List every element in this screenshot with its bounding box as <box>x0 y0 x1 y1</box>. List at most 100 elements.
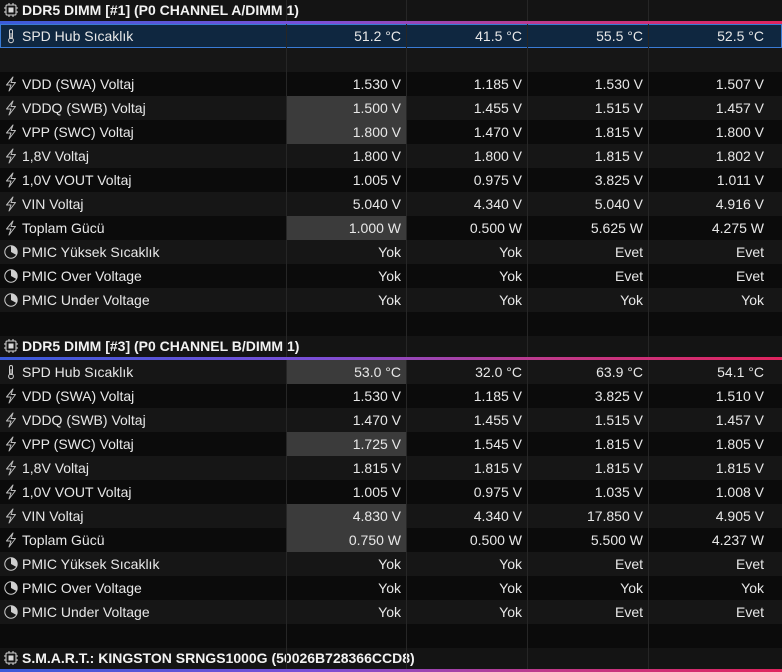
sensor-name: PMIC Yüksek Sıcaklık <box>22 556 160 572</box>
sensor-value-col4: 54.1 °C <box>717 364 764 380</box>
lightning-icon <box>3 100 19 116</box>
sensor-value-col4: Evet <box>735 244 764 260</box>
sensor-value-col3: 3.825 V <box>594 172 643 188</box>
sensor-value-col1: 4.830 V <box>287 504 406 528</box>
group-header[interactable]: DDR5 DIMM [#1] (P0 CHANNEL A/DIMM 1) <box>0 0 782 24</box>
group-header[interactable]: DDR5 DIMM [#3] (P0 CHANNEL B/DIMM 1) <box>0 336 782 360</box>
sensor-value-col3: 1.815 V <box>594 124 643 140</box>
sensor-row[interactable]: PMIC Over Voltage Yok Yok Yok Yok <box>0 576 782 600</box>
sensor-name: VIN Voltaj <box>22 196 84 212</box>
column-separator <box>648 624 649 648</box>
sensor-value-col1: Yok <box>378 268 401 284</box>
sensor-value-col1: 1.005 V <box>352 172 401 188</box>
sensor-row[interactable]: VDD (SWA) Voltaj 1.530 V 1.185 V 3.825 V 1.5… <box>0 384 782 408</box>
column-separator <box>286 336 287 357</box>
sensor-row[interactable]: VDDQ (SWB) Voltaj 1.470 V 1.455 V 1.515 V 1.… <box>0 408 782 432</box>
sensor-row[interactable]: PMIC Yüksek Sıcaklık Yok Yok Evet Evet <box>0 240 782 264</box>
sensor-row[interactable]: VIN Voltaj 5.040 V 4.340 V 5.040 V 4.916 V <box>0 192 782 216</box>
sensor-value-col2: 4.340 V <box>473 196 522 212</box>
lightning-icon <box>3 412 19 428</box>
sensor-name: SPD Hub Sıcaklık <box>22 28 134 44</box>
sensor-name: 1,0V VOUT Voltaj <box>22 172 132 188</box>
sensor-value-col1: Yok <box>378 604 401 620</box>
column-separator <box>406 648 407 669</box>
sensor-row[interactable]: PMIC Over Voltage Yok Yok Evet Evet <box>0 264 782 288</box>
sensor-value-col4: Evet <box>735 604 764 620</box>
sensor-value-col4: 1.802 V <box>715 148 764 164</box>
sensor-value-col2: 1.455 V <box>473 412 522 428</box>
sensor-value-col1: Yok <box>378 292 401 308</box>
column-separator <box>527 648 528 669</box>
sensor-value-col4: 1.510 V <box>715 388 764 404</box>
sensor-row[interactable]: VDD (SWA) Voltaj 1.530 V 1.185 V 1.530 V 1.5… <box>0 72 782 96</box>
sensor-value-col2: 1.185 V <box>473 388 522 404</box>
sensor-row[interactable]: 1,8V Voltaj 1.800 V 1.800 V 1.815 V 1.802 V <box>0 144 782 168</box>
sensor-row[interactable]: 1,0V VOUT Voltaj 1.005 V 0.975 V 1.035 V 1.0… <box>0 480 782 504</box>
sensor-value-col1: 1.500 V <box>287 96 406 120</box>
sensor-name: VPP (SWC) Voltaj <box>22 436 134 452</box>
column-separator <box>286 48 287 72</box>
sensor-value-col1: 51.2 °C <box>354 28 401 44</box>
sensor-value-col2: 1.815 V <box>473 460 522 476</box>
sensor-name: 1,8V Voltaj <box>22 148 89 164</box>
sensor-name: 1,0V VOUT Voltaj <box>22 484 132 500</box>
sensor-value-col4: Evet <box>735 556 764 572</box>
sensor-name: SPD Hub Sıcaklık <box>22 364 134 380</box>
sensor-row[interactable]: PMIC Yüksek Sıcaklık Yok Yok Evet Evet <box>0 552 782 576</box>
column-separator <box>527 336 528 357</box>
sensor-row[interactable]: Toplam Gücü 0.750 W 0.500 W 5.500 W 4.237 W <box>0 528 782 552</box>
sensor-value-col4: 4.237 W <box>711 532 764 548</box>
sensor-row[interactable]: VIN Voltaj 4.830 V 4.340 V 17.850 V 4.905 V <box>0 504 782 528</box>
sensor-value-col2: Yok <box>499 292 522 308</box>
chip-icon <box>3 338 19 354</box>
sensor-row[interactable]: VPP (SWC) Voltaj 1.800 V 1.470 V 1.815 V 1.8… <box>0 120 782 144</box>
lightning-icon <box>3 388 19 404</box>
sensor-value-col1: 1.815 V <box>352 460 401 476</box>
sensor-row[interactable]: 1,0V VOUT Voltaj 1.005 V 0.975 V 3.825 V 1.0… <box>0 168 782 192</box>
group-title: S.M.A.R.T.: KINGSTON SRNGS1000G (50026B7… <box>22 650 415 666</box>
column-separator <box>286 648 287 669</box>
sensor-value-col3: Evet <box>614 244 643 260</box>
sensor-value-col3: Yok <box>620 580 643 596</box>
column-separator <box>286 624 287 648</box>
sensor-value-col2: 4.340 V <box>473 508 522 524</box>
sensor-value-col4: 1.008 V <box>715 484 764 500</box>
sensor-value-col3: 17.850 V <box>586 508 643 524</box>
lightning-icon <box>3 508 19 524</box>
sensor-row[interactable]: PMIC Under Voltage Yok Yok Yok Yok <box>0 288 782 312</box>
group-title: DDR5 DIMM [#1] (P0 CHANNEL A/DIMM 1) <box>22 2 299 18</box>
sensor-row[interactable]: SPD Hub Sıcaklık 53.0 °C 32.0 °C 63.9 °C 54.… <box>0 360 782 384</box>
sensor-value-col3: 55.5 °C <box>596 28 643 44</box>
sensor-value-col3: 5.500 W <box>590 532 643 548</box>
sensor-name: VDDQ (SWB) Voltaj <box>22 100 146 116</box>
group-header[interactable]: S.M.A.R.T.: KINGSTON SRNGS1000G (50026B7… <box>0 648 782 672</box>
sensor-table: DDR5 DIMM [#1] (P0 CHANNEL A/DIMM 1) SPD … <box>0 0 782 672</box>
pie-clock-icon <box>3 268 19 284</box>
sensor-value-col4: 4.905 V <box>715 508 764 524</box>
sensor-row[interactable]: VPP (SWC) Voltaj 1.725 V 1.545 V 1.815 V 1.8… <box>0 432 782 456</box>
sensor-value-col2: 0.500 W <box>469 532 522 548</box>
sensor-value-col3: 5.625 W <box>590 220 643 236</box>
sensor-value-col4: 1.507 V <box>715 76 764 92</box>
sensor-row[interactable]: Toplam Gücü 1.000 W 0.500 W 5.625 W 4.275 W <box>0 216 782 240</box>
sensor-value-col1: Yok <box>378 556 401 572</box>
sensor-row[interactable]: PMIC Under Voltage Yok Yok Evet Evet <box>0 600 782 624</box>
sensor-row[interactable]: 1,8V Voltaj 1.815 V 1.815 V 1.815 V 1.815 V <box>0 456 782 480</box>
sensor-value-col3: 3.825 V <box>594 388 643 404</box>
sensor-value-col3: 1.530 V <box>594 76 643 92</box>
column-separator <box>286 0 287 21</box>
sensor-row[interactable]: VDDQ (SWB) Voltaj 1.500 V 1.455 V 1.515 V 1.… <box>0 96 782 120</box>
sensor-value-col2: Yok <box>499 244 522 260</box>
pie-clock-icon <box>3 556 19 572</box>
column-separator <box>527 0 528 21</box>
sensor-name: VPP (SWC) Voltaj <box>22 124 134 140</box>
chip-icon <box>3 2 19 18</box>
lightning-icon <box>3 220 19 236</box>
pie-clock-icon <box>3 292 19 308</box>
sensor-value-col2: Yok <box>499 556 522 572</box>
sensor-name: PMIC Over Voltage <box>22 580 142 596</box>
sensor-value-col1: Yok <box>378 580 401 596</box>
sensor-row[interactable]: SPD Hub Sıcaklık 51.2 °C 41.5 °C 55.5 °C 52.… <box>0 24 782 48</box>
chip-icon <box>3 650 19 666</box>
sensor-value-col3: 5.040 V <box>594 196 643 212</box>
